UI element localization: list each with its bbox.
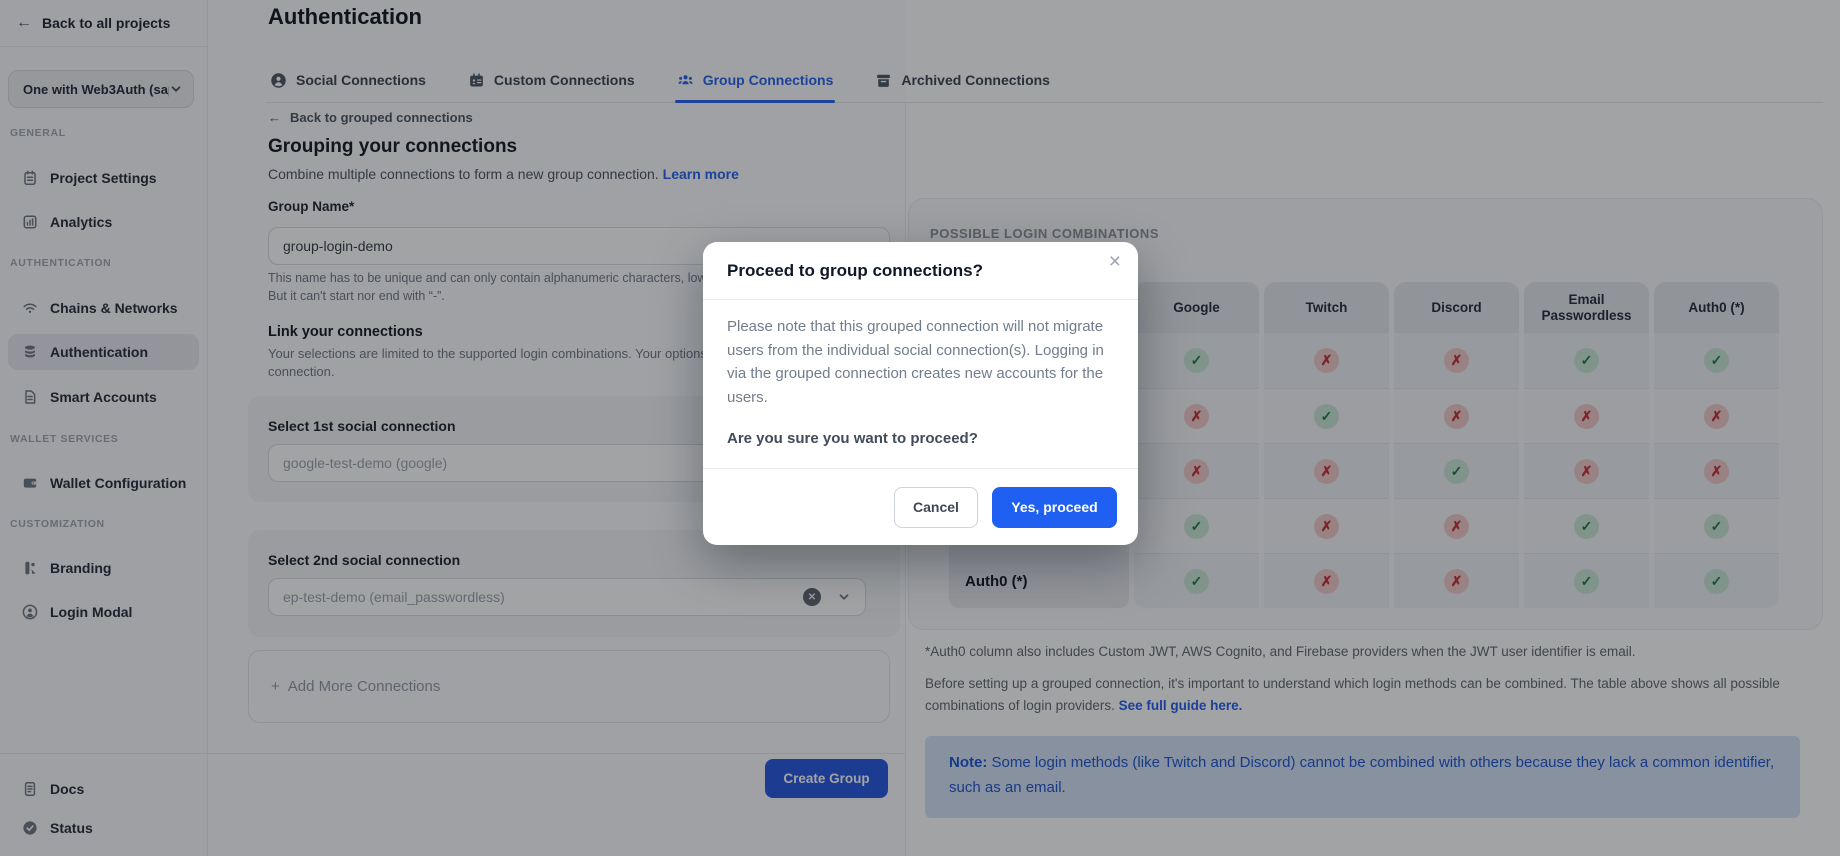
confirm-modal: Proceed to group connections? × Please n… — [703, 242, 1138, 545]
cancel-button[interactable]: Cancel — [894, 487, 978, 528]
modal-divider — [703, 299, 1138, 300]
app-window: ← Back to all projects One with Web3Auth… — [0, 0, 1840, 856]
close-icon[interactable]: × — [1109, 251, 1121, 272]
modal-body-text: Please note that this grouped connection… — [727, 315, 1117, 409]
modal-question: Are you sure you want to proceed? — [727, 430, 978, 447]
modal-footer: Cancel Yes, proceed — [703, 469, 1138, 545]
modal-title: Proceed to group connections? — [727, 261, 983, 281]
confirm-button[interactable]: Yes, proceed — [992, 487, 1117, 528]
